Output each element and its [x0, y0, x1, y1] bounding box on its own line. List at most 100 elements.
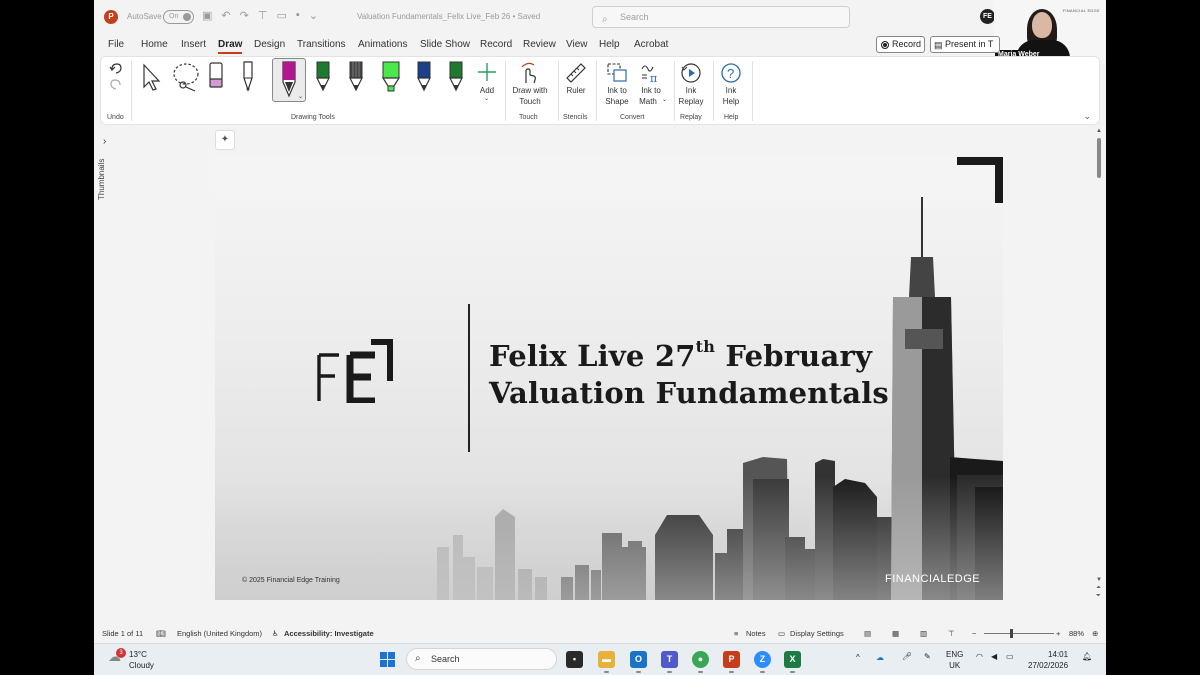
reading-view-icon[interactable]: ▥	[920, 629, 927, 638]
collapse-ribbon-chevron-icon[interactable]: ⌄	[1083, 111, 1091, 122]
notifications-bell-icon[interactable]: 🔔︎	[1082, 652, 1092, 661]
dark-green-pen-icon[interactable]	[447, 60, 465, 94]
onedrive-icon[interactable]: ☁	[876, 653, 884, 662]
zoom-slider-thumb[interactable]	[1010, 629, 1013, 638]
ink-help-line1[interactable]: Ink	[715, 85, 747, 96]
powerpoint-taskbar-icon[interactable]: P	[723, 651, 740, 673]
undo-icon[interactable]: ↶	[221, 9, 230, 22]
navy-pen-icon[interactable]	[415, 60, 433, 94]
draw-with-touch-icon[interactable]	[519, 61, 539, 85]
tab-view[interactable]: View	[566, 39, 588, 50]
tab-help[interactable]: Help	[599, 39, 620, 50]
select-objects-icon[interactable]	[141, 63, 163, 93]
highlighter-icon[interactable]	[380, 60, 402, 94]
scrollbar-thumb[interactable]	[1097, 138, 1101, 178]
search-box[interactable]: ⌕ Search	[592, 6, 850, 28]
add-pen-chevron-icon[interactable]: ⌄	[484, 95, 489, 102]
fit-to-window-icon[interactable]: ⊕	[1092, 629, 1098, 638]
ink-to-math-line1[interactable]: Ink to	[633, 85, 669, 96]
vertical-scrollbar[interactable]: ▲ ▼ ⏶ ⏷	[1094, 128, 1104, 618]
pencil-icon[interactable]	[347, 60, 365, 94]
autosave-toggle[interactable]: On	[163, 10, 194, 24]
language-indicator[interactable]: English (United Kingdom)	[177, 629, 262, 638]
undo-redo-icons[interactable]	[109, 61, 123, 93]
slideshow-icon[interactable]: ▭	[276, 9, 286, 22]
ink-to-shape-line2[interactable]: Shape	[599, 96, 635, 107]
slideshow-view-icon[interactable]: ⊤	[948, 629, 955, 638]
thumbnails-label[interactable]: Thumbnails	[97, 159, 106, 200]
document-title[interactable]: Valuation Fundamentals_Felix Live_Feb 26…	[357, 12, 540, 21]
tab-slide-show[interactable]: Slide Show	[420, 39, 470, 50]
scroll-up-icon[interactable]: ▲	[1096, 128, 1102, 134]
redo-icon[interactable]: ↷	[240, 9, 249, 22]
accessibility-status[interactable]: Accessibility: Investigate	[284, 629, 374, 638]
present-from-start-icon[interactable]: ⊤	[258, 9, 268, 22]
system-clock[interactable]: 14:01 27/02/2026	[1028, 649, 1068, 671]
ink-to-math-icon[interactable]: π	[639, 61, 663, 85]
account-avatar[interactable]: FE	[980, 9, 995, 24]
volume-icon[interactable]: ◀	[991, 652, 997, 661]
slide-sorter-icon[interactable]: ▦	[892, 629, 899, 638]
designer-sparkle-icon[interactable]: ✦	[215, 130, 235, 150]
customize-toolbar-icon[interactable]: ⌄	[309, 9, 318, 22]
chrome-icon[interactable]: ●	[692, 651, 709, 673]
teams-taskbar-icon[interactable]: T	[661, 651, 678, 673]
more-commands-icon[interactable]: ▪	[296, 9, 300, 22]
ruler-label[interactable]: Ruler	[560, 85, 592, 96]
notes-button[interactable]: Notes	[746, 629, 766, 638]
eraser-icon[interactable]	[207, 61, 225, 93]
task-view-icon[interactable]: ▪	[566, 651, 583, 668]
show-hidden-icons-chevron[interactable]: ^	[856, 653, 860, 662]
zoom-slider-track[interactable]	[984, 633, 1054, 634]
tab-transitions[interactable]: Transitions	[297, 39, 346, 50]
ruler-icon[interactable]	[564, 61, 588, 85]
ink-to-math-line2[interactable]: Math	[633, 96, 663, 107]
ballpoint-pen-icon[interactable]	[239, 60, 257, 94]
scroll-down-icons[interactable]: ▼ ⏶ ⏷	[1096, 576, 1102, 600]
accessibility-icon[interactable]: ♿︎	[272, 629, 279, 638]
zoom-in-icon[interactable]: +	[1056, 629, 1060, 638]
weather-widget[interactable]: ☁ 3 13°C Cloudy	[108, 648, 154, 671]
tab-file[interactable]: File	[108, 39, 124, 50]
ink-to-shape-icon[interactable]	[605, 61, 629, 85]
language-switcher[interactable]: ENG UK	[946, 649, 963, 671]
pen-tray-icon[interactable]: ✎	[924, 652, 931, 661]
ink-replay-line2[interactable]: Replay	[675, 96, 707, 107]
ink-to-math-chevron-icon[interactable]: ⌄	[662, 96, 667, 103]
present-in-teams-button[interactable]: ▤ Present in T	[930, 36, 1000, 53]
ink-help-line2[interactable]: Help	[715, 96, 747, 107]
zoom-level[interactable]: 88%	[1069, 629, 1084, 638]
expand-thumbnails-chevron-icon[interactable]: ›	[103, 136, 106, 147]
tab-insert[interactable]: Insert	[181, 39, 206, 50]
slide-counter[interactable]: Slide 1 of 11	[102, 629, 143, 638]
pen-options-chevron-icon[interactable]: ⌄	[298, 93, 303, 100]
slide-canvas[interactable]: Felix Live 27th February Valuation Funda…	[215, 157, 1003, 600]
taskbar-search[interactable]: ⌕ Search	[406, 648, 557, 670]
green-pen-icon[interactable]	[314, 60, 332, 94]
ink-to-shape-line1[interactable]: Ink to	[599, 85, 635, 96]
display-settings-icon[interactable]: ▭	[778, 629, 785, 638]
battery-icon[interactable]: ▭	[1006, 652, 1014, 661]
excel-icon[interactable]: X	[784, 651, 801, 673]
file-explorer-icon[interactable]: ▬	[598, 651, 615, 673]
tab-review[interactable]: Review	[523, 39, 556, 50]
lasso-select-icon[interactable]	[171, 61, 203, 93]
windows-start-icon[interactable]	[380, 652, 395, 667]
tab-draw[interactable]: Draw	[218, 39, 243, 54]
spellcheck-icon[interactable]: 📖︎	[156, 629, 166, 638]
draw-with-touch-line1[interactable]: Draw with	[509, 85, 551, 96]
outlook-icon[interactable]: O	[630, 651, 647, 673]
display-settings-button[interactable]: Display Settings	[790, 629, 844, 638]
slide-title-line2[interactable]: Valuation Fundamentals	[489, 376, 889, 410]
microphone-icon[interactable]: 🎤︎	[902, 652, 912, 661]
zoom-app-icon[interactable]: Z	[754, 651, 771, 673]
tab-record[interactable]: Record	[480, 39, 512, 50]
ink-help-icon[interactable]: ?	[719, 61, 743, 85]
zoom-out-icon[interactable]: −	[972, 629, 976, 638]
add-pen-icon[interactable]	[476, 61, 498, 83]
record-button[interactable]: Record	[876, 36, 925, 53]
ink-replay-icon[interactable]	[679, 61, 703, 85]
tab-animations[interactable]: Animations	[358, 39, 407, 50]
ink-replay-line1[interactable]: Ink	[675, 85, 707, 96]
tab-design[interactable]: Design	[254, 39, 285, 50]
